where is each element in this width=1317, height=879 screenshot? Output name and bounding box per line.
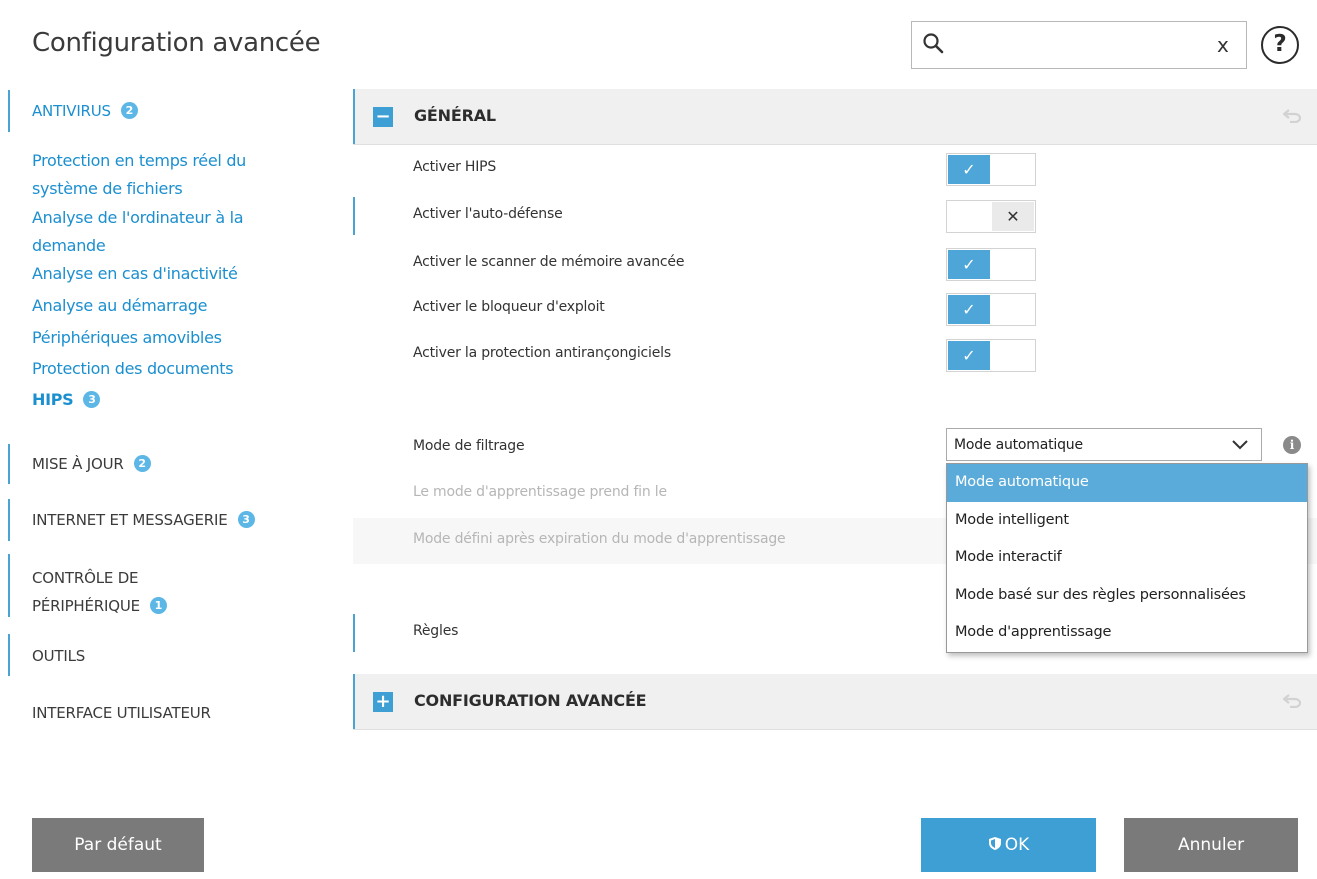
sidebar-item-label: MISE À JOUR: [32, 455, 124, 473]
setting-label: Activer la protection antirançongiciels: [413, 345, 671, 361]
filter-mode-dropdown: Mode automatique Mode intelligent Mode i…: [946, 463, 1308, 653]
setting-label: Mode défini après expiration du mode d'a…: [413, 531, 786, 547]
check-icon: ✓: [948, 295, 990, 324]
dropdown-option[interactable]: Mode interactif: [947, 539, 1307, 577]
count-badge: 3: [237, 511, 255, 528]
sidebar-item-label: INTERNET ET MESSAGERIE: [32, 511, 228, 529]
subitem-text: HIPS: [32, 390, 74, 409]
expand-icon[interactable]: +: [373, 692, 393, 712]
search-icon: [923, 33, 944, 54]
subitem-text: Protection en temps réel du: [32, 151, 247, 170]
sidebar-item-tools[interactable]: OUTILS: [32, 647, 85, 665]
sidebar-subitem-removable-media[interactable]: Périphériques amovibles: [32, 324, 222, 352]
dropdown-option[interactable]: Mode d'apprentissage: [947, 614, 1307, 652]
subitem-text: demande: [32, 236, 106, 255]
chevron-down-icon: [1231, 433, 1249, 462]
setting-row-self-defense: Activer l'auto-défense ✕: [353, 193, 1317, 239]
sidebar-item-user-interface[interactable]: INTERFACE UTILISATEUR: [32, 704, 211, 722]
section-title: GÉNÉRAL: [414, 106, 496, 125]
shield-icon: [988, 837, 1001, 850]
section-header-general[interactable]: − GÉNÉRAL: [353, 89, 1317, 145]
section-bar: [353, 674, 355, 729]
dropdown-option[interactable]: Mode intelligent: [947, 502, 1307, 540]
revert-icon[interactable]: [1282, 692, 1302, 713]
setting-label: Activer HIPS: [413, 159, 497, 175]
changed-indicator-bar: [353, 197, 355, 235]
section-title: CONFIGURATION AVANCÉE: [414, 691, 647, 710]
sidebar-item-internet-mail[interactable]: INTERNET ET MESSAGERIE 3: [32, 511, 255, 529]
changed-indicator-bar: [353, 614, 355, 652]
memory-scanner-toggle[interactable]: ✓: [946, 248, 1036, 281]
page-title: Configuration avancée: [32, 28, 321, 58]
exploit-blocker-toggle[interactable]: ✓: [946, 293, 1036, 326]
check-icon: ✓: [948, 341, 990, 370]
sidebar-item-label: CONTRÔLE DE: [32, 569, 139, 587]
search-box[interactable]: x: [911, 21, 1247, 69]
setting-label: Mode de filtrage: [413, 438, 525, 454]
enable-hips-toggle[interactable]: ✓: [946, 153, 1036, 186]
count-badge: 2: [120, 102, 138, 119]
sidebar-subitem-startup-scan[interactable]: Analyse au démarrage: [32, 292, 207, 320]
setting-label: Activer l'auto-défense: [413, 206, 563, 222]
sidebar-subitem-document-protection[interactable]: Protection des documents: [32, 355, 234, 383]
check-icon: ✓: [948, 155, 990, 184]
setting-row-exploit-blocker: Activer le bloqueur d'exploit ✓: [353, 286, 1317, 332]
help-icon[interactable]: ?: [1261, 26, 1299, 64]
setting-label: Activer le bloqueur d'exploit: [413, 299, 605, 315]
default-button[interactable]: Par défaut: [32, 818, 204, 872]
sidebar-item-label: PÉRIPHÉRIQUE: [32, 597, 140, 615]
count-badge: 1: [149, 597, 167, 614]
setting-row-ransomware-protection: Activer la protection antirançongiciels …: [353, 332, 1317, 378]
filter-mode-select[interactable]: Mode automatique: [946, 428, 1262, 461]
dropdown-option[interactable]: Mode automatique: [947, 464, 1307, 502]
sidebar-subitem-ondemand-scan[interactable]: Analyse de l'ordinateur à la demande: [32, 204, 244, 260]
count-badge: 2: [133, 455, 151, 472]
revert-icon[interactable]: [1282, 107, 1302, 128]
section-bar: [353, 89, 355, 144]
count-badge: 3: [83, 391, 101, 408]
clear-icon[interactable]: x: [1217, 33, 1229, 57]
select-value: Mode automatique: [954, 437, 1083, 453]
sidebar-section-bar: [8, 634, 10, 676]
sidebar-subitem-hips[interactable]: HIPS 3: [32, 386, 101, 414]
subitem-text: système de fichiers: [32, 179, 183, 198]
setting-label: Activer le scanner de mémoire avancée: [413, 254, 685, 270]
sidebar-subitem-idle-scan[interactable]: Analyse en cas d'inactivité: [32, 260, 238, 288]
self-defense-toggle[interactable]: ✕: [946, 200, 1036, 233]
info-icon[interactable]: i: [1283, 436, 1301, 454]
sidebar-section-bar: [8, 554, 10, 617]
collapse-icon[interactable]: −: [373, 107, 393, 127]
sidebar-item-label: ANTIVIRUS: [32, 102, 111, 120]
sidebar-item-antivirus[interactable]: ANTIVIRUS 2: [32, 102, 138, 120]
sidebar-active-bar: [8, 90, 10, 132]
subitem-text: Analyse de l'ordinateur à la: [32, 208, 244, 227]
check-icon: ✓: [948, 250, 990, 279]
ok-button-label: OK: [1004, 835, 1030, 855]
ok-button[interactable]: OK: [921, 818, 1096, 872]
ransomware-protection-toggle[interactable]: ✓: [946, 339, 1036, 372]
search-input[interactable]: [956, 30, 1206, 60]
dropdown-option[interactable]: Mode basé sur des règles personnalisées: [947, 577, 1307, 615]
section-header-advanced[interactable]: + CONFIGURATION AVANCÉE: [353, 674, 1317, 730]
setting-label: Règles: [413, 623, 459, 639]
setting-row-memory-scanner: Activer le scanner de mémoire avancée ✓: [353, 241, 1317, 287]
sidebar-section-bar: [8, 499, 10, 541]
setting-row-enable-hips: Activer HIPS ✓: [353, 146, 1317, 192]
sidebar-item-update[interactable]: MISE À JOUR 2: [32, 455, 151, 473]
cancel-button[interactable]: Annuler: [1124, 818, 1298, 872]
cross-icon: ✕: [992, 202, 1034, 231]
sidebar-subitem-realtime-protection[interactable]: Protection en temps réel du système de f…: [32, 147, 246, 203]
sidebar-item-device-control[interactable]: CONTRÔLE DE PÉRIPHÉRIQUE 1: [32, 564, 167, 620]
setting-label: Le mode d'apprentissage prend fin le: [413, 484, 667, 500]
sidebar-section-bar: [8, 444, 10, 484]
